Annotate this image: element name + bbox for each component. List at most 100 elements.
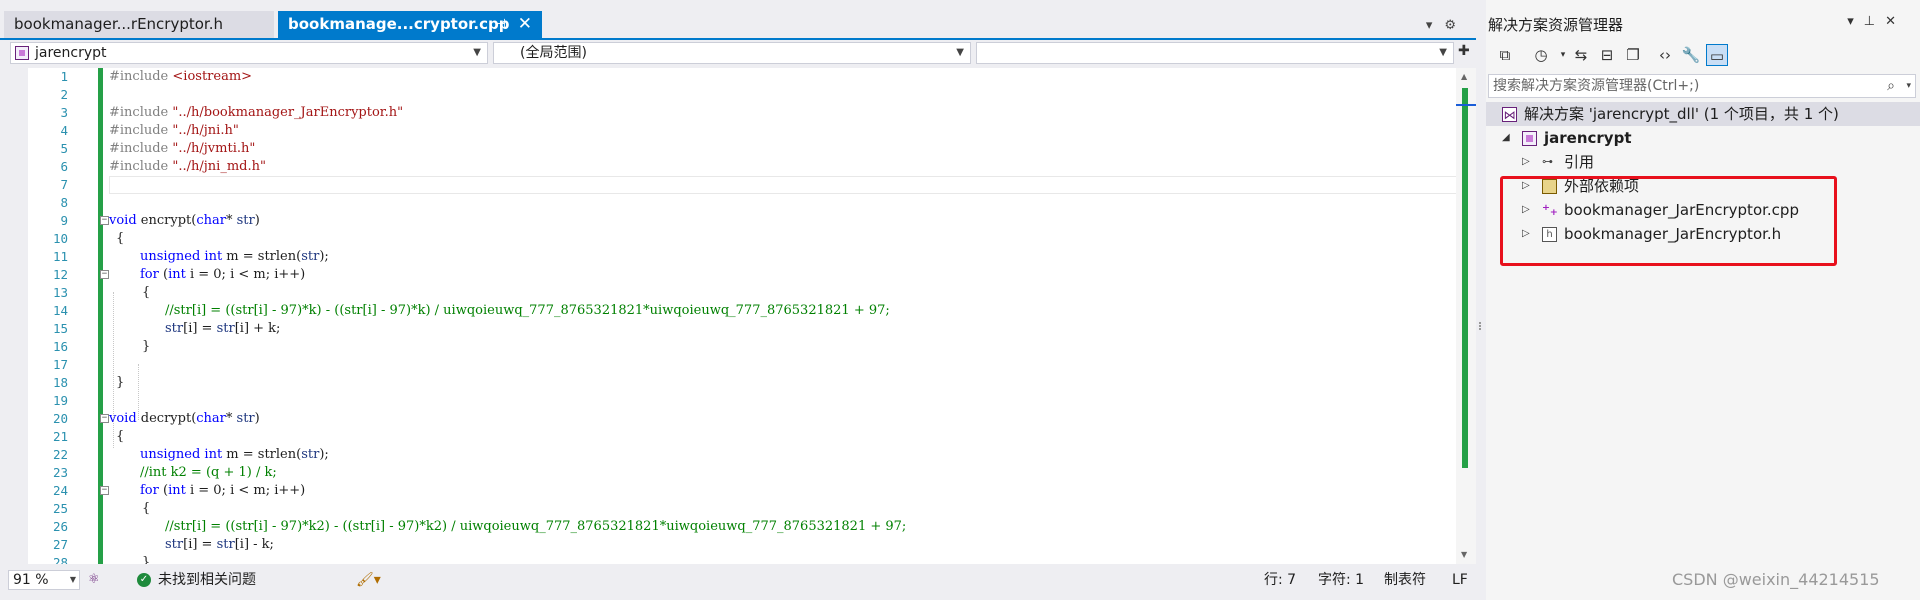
code-text: [i] - k; [234,537,274,552]
code-text: * [225,213,237,228]
issues-status[interactable]: 未找到相关问题 [158,566,256,594]
line-ending-indicator[interactable]: LF [1452,566,1468,594]
code-line: 6 #include "../h/jni_md.h" [28,158,1456,176]
code-text: i = 0; i < m; i++) [185,267,306,282]
line-number: 7 [60,177,68,192]
fold-toggle[interactable]: − [100,270,109,279]
line-number: 1 [60,69,68,84]
keyword: char [196,213,226,228]
code-text: * [225,411,237,426]
member-scope-dropdown[interactable]: ▼ [976,42,1454,64]
switch-views-icon[interactable]: ⧉ [1494,44,1516,66]
fold-toggle[interactable]: − [100,486,109,495]
keyword: int [168,483,186,498]
line-number: 2 [60,87,68,102]
code-line: 17 [28,356,1456,374]
project-scope-dropdown[interactable]: jarencrypt ▼ [10,42,488,64]
pin-icon[interactable]: ⊥ [1864,14,1885,29]
chevron-down-icon: ▼ [473,47,481,58]
code-text: ( [158,483,169,498]
explorer-toolbar: ⧉ ◷ ▾ ⇆ ⊟ ❐ ‹› 🔧 ▭ [1486,40,1920,70]
tabs-mode-indicator[interactable]: 制表符 [1384,566,1426,594]
line-number: 15 [52,321,68,336]
wrench-icon[interactable]: 🔧 [1680,44,1702,66]
pin-icon[interactable]: ⊣ [495,11,506,38]
code-text: ) [254,411,260,426]
code-line: 22 unsigned int m = strlen(str); [28,446,1456,464]
close-icon[interactable]: ✕ [1885,14,1906,29]
search-icon[interactable]: ⌕ [1887,75,1895,97]
preview-selected-icon[interactable]: ▭ [1706,44,1728,66]
collapsed-arrow-icon[interactable]: ▷ [1522,150,1530,174]
line-indicator[interactable]: 行: 7 [1264,566,1296,594]
view-code-icon[interactable]: ‹› [1654,44,1676,66]
code-line: 11 unsigned int m = strlen(str); [28,248,1456,266]
code-health-icon[interactable]: ⚛ [88,566,100,594]
line-number: 11 [52,249,68,264]
code-line: 1 #include <iostream> [28,68,1456,86]
tab-underline [0,38,1476,40]
global-scope-dropdown[interactable]: (全局范围) ▼ [493,42,971,64]
chevron-down-icon[interactable]: ▾ [1906,75,1911,97]
panel-splitter[interactable] [1476,0,1486,600]
history-icon[interactable]: ◷ [1530,44,1552,66]
code-line: 2 [28,86,1456,104]
identifier: str [236,213,255,228]
code-text: } [116,375,125,390]
line-number: 21 [52,429,68,444]
code-text: } [142,339,151,354]
tree-item-project[interactable]: ◢ jarencrypt [1486,126,1920,150]
code-line: 24 − for (int i = 0; i < m; i++) [28,482,1456,500]
keyword: unsigned int [140,447,223,462]
project-scope-value: jarencrypt [35,45,107,61]
brush-icon[interactable]: 🖌▾ [356,566,381,594]
tree-item-references[interactable]: ▷ ⊶ 引用 [1486,150,1920,174]
collapse-all-icon[interactable]: ⊟ [1596,44,1618,66]
preprocessor-directive: #include [109,123,173,138]
project-icon [15,46,29,60]
scroll-up-icon[interactable]: ▲ [1461,72,1467,81]
line-number: 27 [52,537,68,552]
line-number: 19 [52,393,68,408]
include-path: "../h/jvmti.h" [172,141,256,156]
code-area[interactable]: 1 #include <iostream> 2 3 #include "../h… [28,68,1456,564]
sync-icon[interactable]: ⇆ [1570,44,1592,66]
scroll-down-icon[interactable]: ▼ [1461,550,1467,559]
scrollbar-thumb[interactable] [1462,88,1468,468]
code-text: { [142,501,151,516]
code-line: 28 } [28,554,1456,564]
zoom-dropdown[interactable]: 91 % ▼ [8,570,80,590]
split-view-icon[interactable]: ✚ [1458,43,1470,59]
fold-toggle[interactable]: − [100,216,109,225]
code-editor-panel: bookmanager...rEncryptor.h bookmanage...… [0,0,1476,600]
include-path: "../h/jni_md.h" [172,159,266,174]
code-line: 3 #include "../h/bookmanager_JarEncrypto… [28,104,1456,122]
keyword: int [168,267,186,282]
editor-status-bar: 91 % ▼ ⚛ ✓ 未找到相关问题 🖌▾ 行: 7 字符: 1 制表符 LF [0,566,1476,594]
line-number: 6 [60,159,68,174]
gear-icon[interactable]: ⚙ [1444,18,1468,33]
line-number: 10 [52,231,68,246]
include-path: <iostream> [172,69,253,84]
char-indicator[interactable]: 字符: 1 [1318,566,1364,594]
line-number: 28 [52,555,68,564]
code-text: ); [319,447,329,462]
identifier: str [236,411,255,426]
fold-toggle[interactable]: − [100,414,109,423]
close-icon[interactable]: ✕ [518,11,532,38]
tree-item-solution[interactable]: ⋈ 解决方案 'jarencrypt_dll' (1 个项目，共 1 个) [1486,102,1920,126]
tab-header-file[interactable]: bookmanager...rEncryptor.h [4,11,274,38]
splitter-grip[interactable] [1479,322,1483,330]
vertical-scrollbar[interactable]: ▲ ▼ [1456,68,1476,564]
show-all-files-icon[interactable]: ❐ [1622,44,1644,66]
expanded-arrow-icon[interactable]: ◢ [1502,126,1510,150]
tab-cpp-file[interactable]: bookmanage...cryptor.cpp ⊣ ✕ [278,11,542,38]
chevron-down-icon[interactable]: ▾ [1847,14,1864,29]
code-text: ( [158,267,169,282]
code-line: 27 str[i] = str[i] - k; [28,536,1456,554]
code-text: } [142,555,151,564]
code-comment: //int k2 = (q + 1) / k; [140,465,277,480]
chevron-down-icon[interactable]: ▾ [1426,18,1445,33]
line-number: 5 [60,141,68,156]
explorer-search-input[interactable]: 搜索解决方案资源管理器(Ctrl+;) ⌕ ▾ [1488,74,1916,98]
